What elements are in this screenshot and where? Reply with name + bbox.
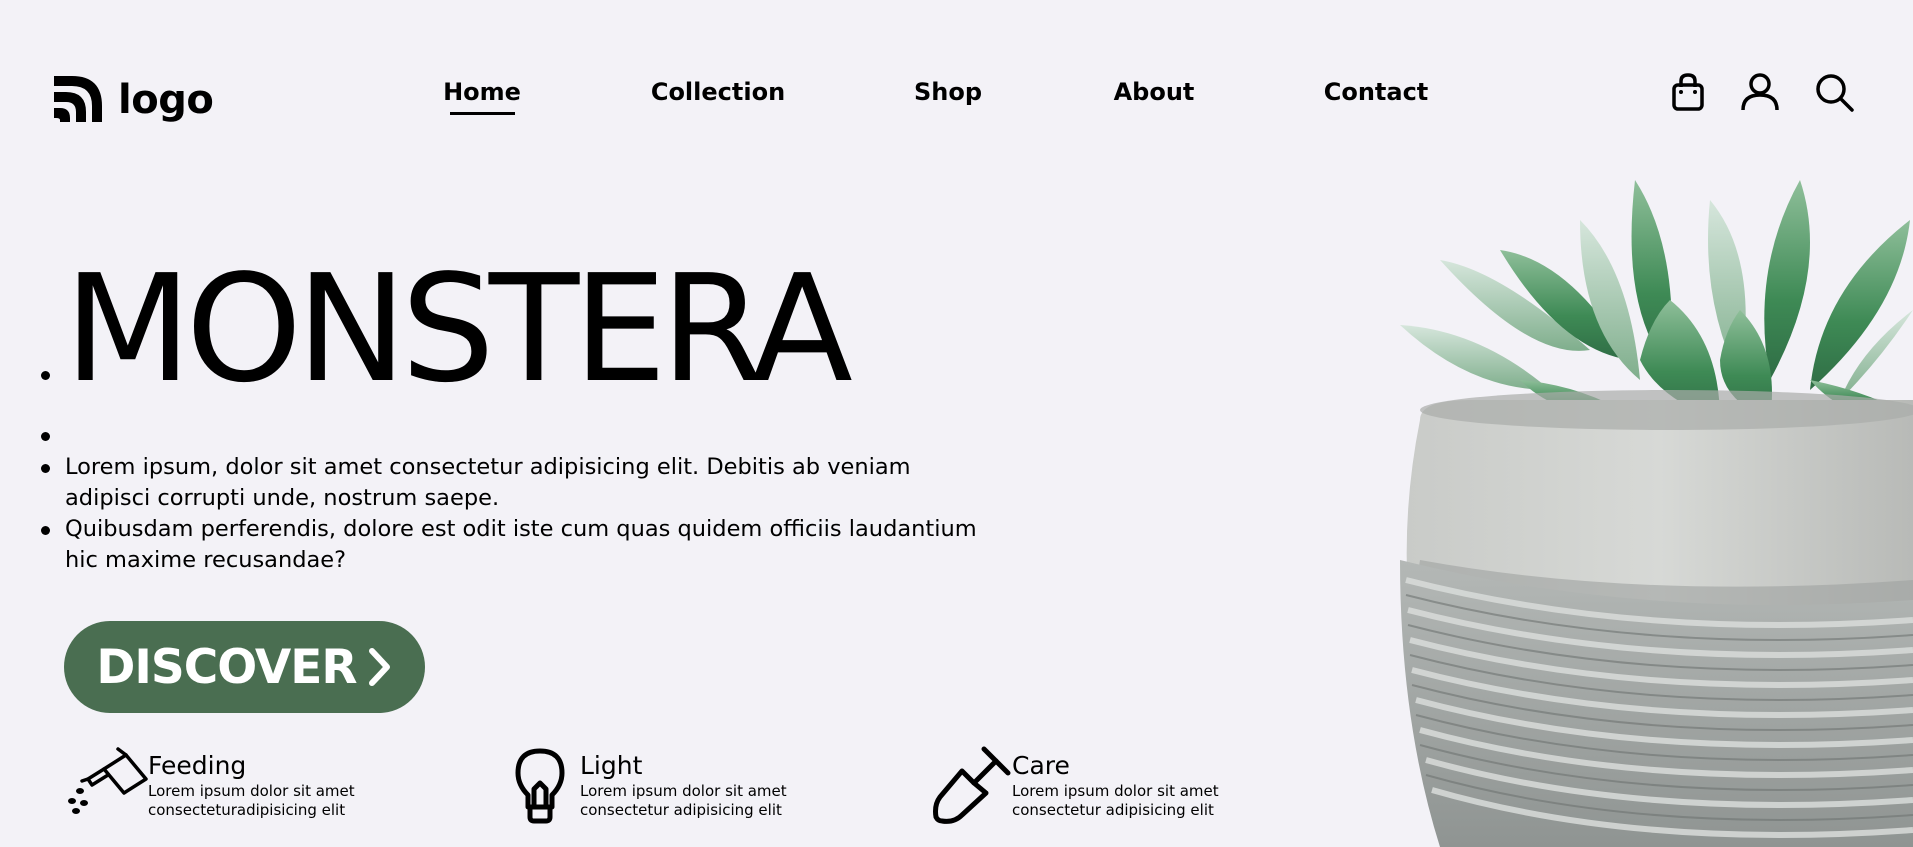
feature-title: Light [580,751,643,780]
feature-desc-line1: Lorem ipsum dolor sit amet [1012,782,1219,800]
feature-title: Feeding [148,751,247,780]
logo-mark-icon [54,76,102,122]
feature-desc-line1: Lorem ipsum dolor sit amet [580,782,787,800]
hero-title: MONSTERA [64,243,853,415]
shopping-bag-icon[interactable] [1668,72,1708,112]
list-bullet [41,371,50,380]
feature-desc-line1: Lorem ipsum dolor sit amet [148,782,355,800]
search-icon[interactable] [1814,72,1854,112]
nav-about[interactable]: About [1114,80,1195,104]
nav-contact[interactable]: Contact [1324,80,1429,104]
nav-collection[interactable]: Collection [651,80,785,104]
feature-light: Light Lorem ipsum dolor sit amet consect… [500,745,787,825]
list-bullet [41,432,50,441]
feature-desc-line2: consectetur adipisicing elit [580,801,782,819]
hero-paragraph-2: Quibusdam perferendis, dolore est odit i… [65,516,977,573]
chevron-right-icon [368,648,390,686]
shovel-icon [933,746,1011,824]
feature-care: Care Lorem ipsum dolor sit amet consecte… [932,745,1219,825]
logo-text: logo [118,77,214,123]
logo[interactable]: logo [52,74,214,126]
succulent-pot-image [1400,180,1913,847]
discover-button[interactable]: DISCOVER [64,621,425,713]
list-bullet [41,464,50,473]
user-icon[interactable] [1740,72,1780,112]
nav-shop[interactable]: Shop [914,80,982,104]
nav-home[interactable]: Home [443,80,521,104]
lightbulb-icon [515,748,565,824]
discover-label: DISCOVER [96,639,357,695]
feature-desc-line2: consectetur adipisicing elit [1012,801,1214,819]
feature-title: Care [1012,751,1070,780]
watering-can-icon [68,747,148,814]
nav-active-underline [450,112,515,115]
feature-feeding: Feeding Lorem ipsum dolor sit amet conse… [68,745,355,825]
list-bullet [41,526,50,535]
feature-desc-line2: consecteturadipisicing elit [148,801,346,819]
hero-paragraph-1: Lorem ipsum, dolor sit amet consectetur … [65,454,911,511]
